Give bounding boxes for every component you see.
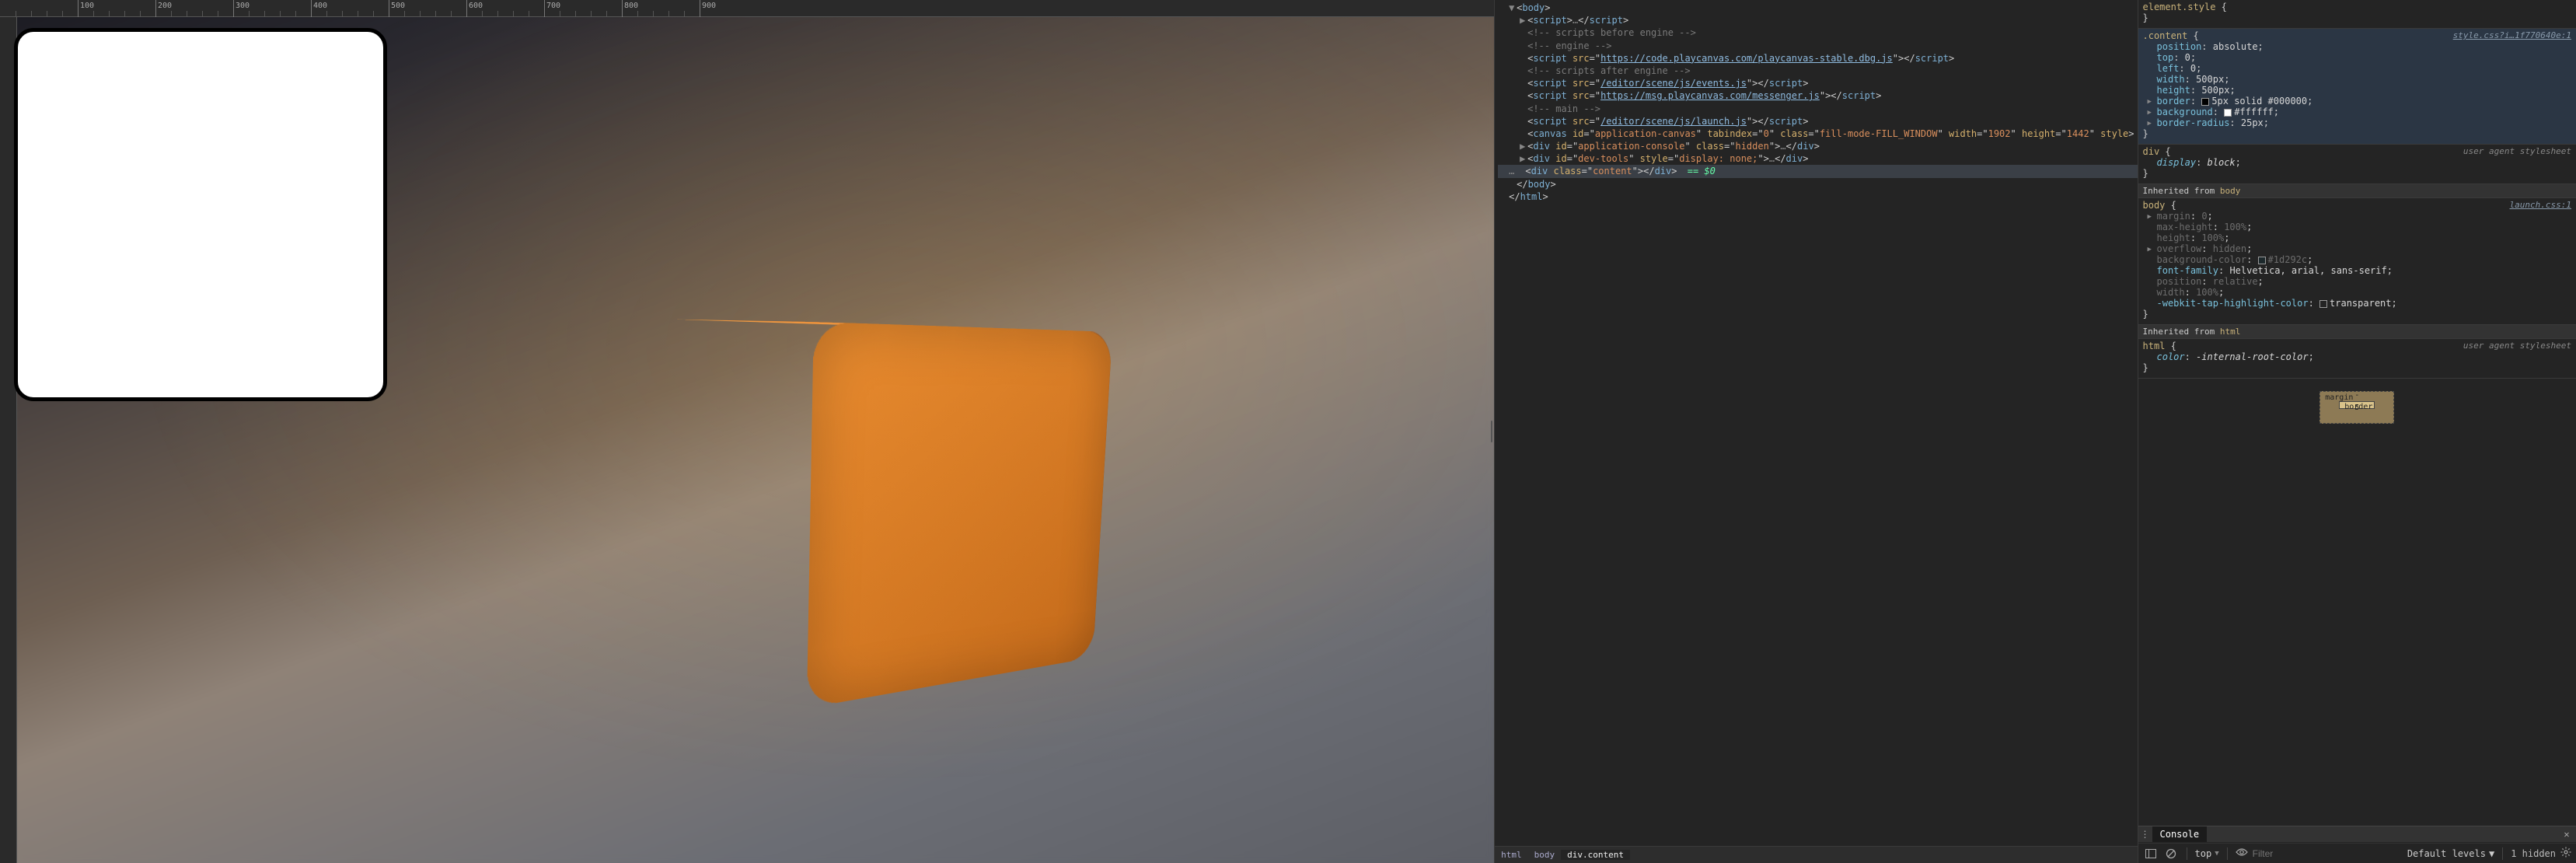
dom-node[interactable]: </html> (1498, 190, 2137, 203)
breadcrumb-segment[interactable]: html (1495, 850, 1528, 860)
breadcrumb-segment[interactable]: div.content (1561, 850, 1630, 860)
style-declaration[interactable]: width: 100%; (2143, 287, 2572, 298)
dom-node[interactable]: <script src="/editor/scene/js/events.js"… (1498, 77, 2137, 89)
style-declaration[interactable]: top: 0; (2143, 52, 2572, 63)
dom-node[interactable]: …<div class="content"></div> == $0 (1498, 165, 2137, 177)
breadcrumb-segment[interactable]: body (1528, 850, 1562, 860)
console-toolbar: top ▼ Default levels ▼ 1 hidden (2138, 843, 2576, 863)
style-declaration[interactable]: width: 500px; (2143, 74, 2572, 85)
app-root: Z 100200300400500600700800900 ▼<body>▶<s… (0, 0, 2576, 863)
console-close-icon[interactable]: ✕ (2557, 829, 2576, 840)
dom-node[interactable]: <!-- main --> (1498, 103, 2137, 115)
hidden-messages-count[interactable]: 1 hidden (2511, 848, 2556, 859)
style-declaration[interactable]: max-height: 100%; (2143, 222, 2572, 232)
style-declaration[interactable]: ▶overflow: hidden; (2143, 243, 2572, 254)
dom-node[interactable]: </body> (1498, 178, 2137, 190)
dom-node[interactable]: <script src="/editor/scene/js/launch.js"… (1498, 115, 2137, 128)
element-style-rule[interactable]: element.style {} (2138, 0, 2576, 29)
ruler-horizontal[interactable]: 100200300400500600700800900 (0, 0, 1494, 17)
css-rule[interactable]: style.css?i…1f770640e:1.content {positio… (2138, 29, 2576, 145)
panel-splitter[interactable] (1489, 418, 1494, 445)
dom-node[interactable]: <!-- scripts before engine --> (1498, 26, 2137, 39)
dom-node[interactable]: <script src="https://msg.playcanvas.com/… (1498, 89, 2137, 102)
content-div-overlay[interactable] (14, 28, 387, 401)
cube-3d: Z (717, 328, 1067, 678)
style-declaration[interactable]: position: relative; (2143, 276, 2572, 287)
style-declaration[interactable]: display: block; (2143, 157, 2572, 168)
source-link[interactable]: launch.css:1 (2510, 200, 2571, 210)
style-declaration[interactable]: ▶margin: 0; (2143, 211, 2572, 222)
style-declaration[interactable]: ▶border-radius: 25px; (2143, 117, 2572, 128)
css-rule[interactable]: launch.css:1body {▶margin: 0;max-height:… (2138, 198, 2576, 325)
dom-node[interactable]: <!-- scripts after engine --> (1498, 65, 2137, 77)
css-rule[interactable]: user agent stylesheethtml {color: -inter… (2138, 339, 2576, 379)
style-declaration[interactable]: position: absolute; (2143, 41, 2572, 52)
ua-stylesheet-note: user agent stylesheet (2463, 146, 2571, 156)
console-filter-input[interactable] (2253, 848, 2403, 859)
clear-console-icon[interactable] (2163, 847, 2179, 861)
viewport: Z 100200300400500600700800900 (0, 0, 1494, 863)
console-menu-icon[interactable]: ⋮ (2138, 829, 2152, 840)
console-settings-icon[interactable] (2560, 847, 2571, 860)
console-tab[interactable]: Console (2152, 826, 2208, 842)
dom-node[interactable]: ▶<script>…</script> (1498, 14, 2137, 26)
inherited-from-bar: Inherited from body (2138, 184, 2576, 198)
console-drawer: ⋮ Console ✕ top ▼ (2138, 826, 2576, 863)
style-declaration[interactable]: height: 100%; (2143, 232, 2572, 243)
live-expression-icon[interactable] (2236, 847, 2248, 859)
chevron-down-icon: ▼ (2215, 850, 2218, 858)
style-declaration[interactable]: left: 0; (2143, 63, 2572, 74)
dom-node[interactable]: ▼<body> (1498, 2, 2137, 14)
style-declaration[interactable]: ▶background: #ffffff; (2143, 107, 2572, 117)
style-declaration[interactable]: -webkit-tap-highlight-color: transparent… (2143, 298, 2572, 309)
style-declaration[interactable]: height: 500px; (2143, 85, 2572, 96)
breadcrumb[interactable]: htmlbodydiv.content (1495, 846, 2137, 863)
css-rule[interactable]: user agent stylesheetdiv {display: block… (2138, 145, 2576, 184)
dom-node[interactable]: ▶<div id="dev-tools" style="display: non… (1498, 152, 2137, 165)
dom-node[interactable]: <script src="https://code.playcanvas.com… (1498, 52, 2137, 65)
dom-tree[interactable]: ▼<body>▶<script>…</script><!-- scripts b… (1495, 0, 2137, 846)
dom-node[interactable]: <!-- engine --> (1498, 40, 2137, 52)
box-model[interactable]: margin-border5 (2138, 379, 2576, 430)
style-declaration[interactable]: ▶border: 5px solid #000000; (2143, 96, 2572, 107)
chevron-down-icon: ▼ (2489, 848, 2494, 859)
dom-node[interactable]: ▶<div id="application-console" class="hi… (1498, 140, 2137, 152)
console-sidebar-toggle-icon[interactable] (2143, 847, 2159, 861)
ua-stylesheet-note: user agent stylesheet (2463, 341, 2571, 351)
style-declaration[interactable]: font-family: Helvetica, arial, sans-seri… (2143, 265, 2572, 276)
styles-panel: element.style {}style.css?i…1f770640e:1.… (2138, 0, 2576, 863)
elements-panel: ▼<body>▶<script>…</script><!-- scripts b… (1494, 0, 2137, 863)
style-declaration[interactable]: background-color: #1d292c; (2143, 254, 2572, 265)
dom-node[interactable]: <canvas id="application-canvas" tabindex… (1498, 128, 2137, 140)
execution-context-select[interactable]: top ▼ (2195, 848, 2219, 859)
style-declaration[interactable]: color: -internal-root-color; (2143, 351, 2572, 362)
source-link[interactable]: style.css?i…1f770640e:1 (2453, 30, 2571, 40)
inherited-from-bar: Inherited from html (2138, 325, 2576, 339)
styles-rules[interactable]: element.style {}style.css?i…1f770640e:1.… (2138, 0, 2576, 826)
console-tabs: ⋮ Console ✕ (2138, 826, 2576, 843)
execution-context-value: top (2195, 848, 2212, 859)
log-levels-select[interactable]: Default levels ▼ (2407, 848, 2494, 859)
